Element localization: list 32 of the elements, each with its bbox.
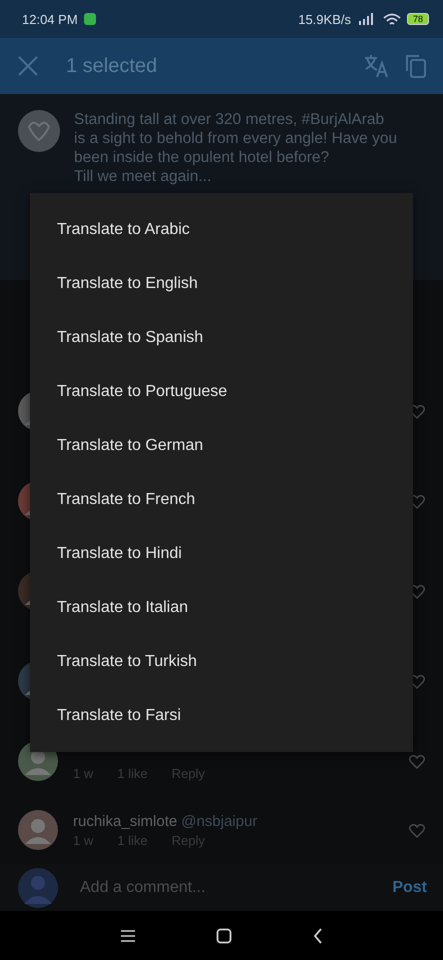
notification-icon [84, 13, 96, 25]
avatar [18, 110, 60, 152]
avatar [18, 868, 58, 908]
menu-item[interactable]: Translate to Spanish [30, 311, 413, 365]
caption-line: is a sight to behold from every angle! Have you [74, 129, 398, 148]
back-icon[interactable] [312, 928, 324, 944]
caption-line: Till we meet again... [74, 167, 212, 186]
translate-icon[interactable] [363, 53, 389, 79]
home-icon[interactable] [216, 928, 232, 944]
wifi-icon [382, 12, 401, 26]
clock: 12:04 PM [22, 12, 78, 26]
menu-item[interactable]: Translate to Portuguese [30, 365, 413, 419]
network-speed: 15.9KB/s [298, 12, 351, 26]
menu-item[interactable]: Translate to French [30, 473, 413, 527]
close-icon[interactable] [16, 54, 40, 78]
menu-item[interactable]: Translate to Italian [30, 581, 413, 635]
avatar [18, 810, 58, 850]
heart-icon[interactable] [409, 822, 425, 838]
copy-icon[interactable] [405, 54, 427, 78]
menu-item[interactable]: Translate to English [30, 257, 413, 311]
battery-icon: 78 [406, 13, 429, 25]
menu-icon[interactable] [120, 928, 136, 942]
menu-item[interactable]: Translate to Turkish [30, 635, 413, 689]
menu-item[interactable]: Translate to Hindi [30, 527, 413, 581]
menu-item[interactable]: Translate to Farsi [30, 689, 413, 743]
heart-icon[interactable] [409, 754, 425, 768]
menu-item[interactable]: Translate to Arabic [30, 203, 413, 257]
caption-line: been inside the opulent hotel before? [74, 148, 330, 167]
comment-field[interactable]: Add a comment... [78, 878, 372, 898]
selection-count: 1 selected [66, 54, 158, 78]
menu-item[interactable]: Translate to German [30, 419, 413, 473]
caption-line: Standing tall at over 320 metres, #BurjAlArab [74, 110, 386, 129]
